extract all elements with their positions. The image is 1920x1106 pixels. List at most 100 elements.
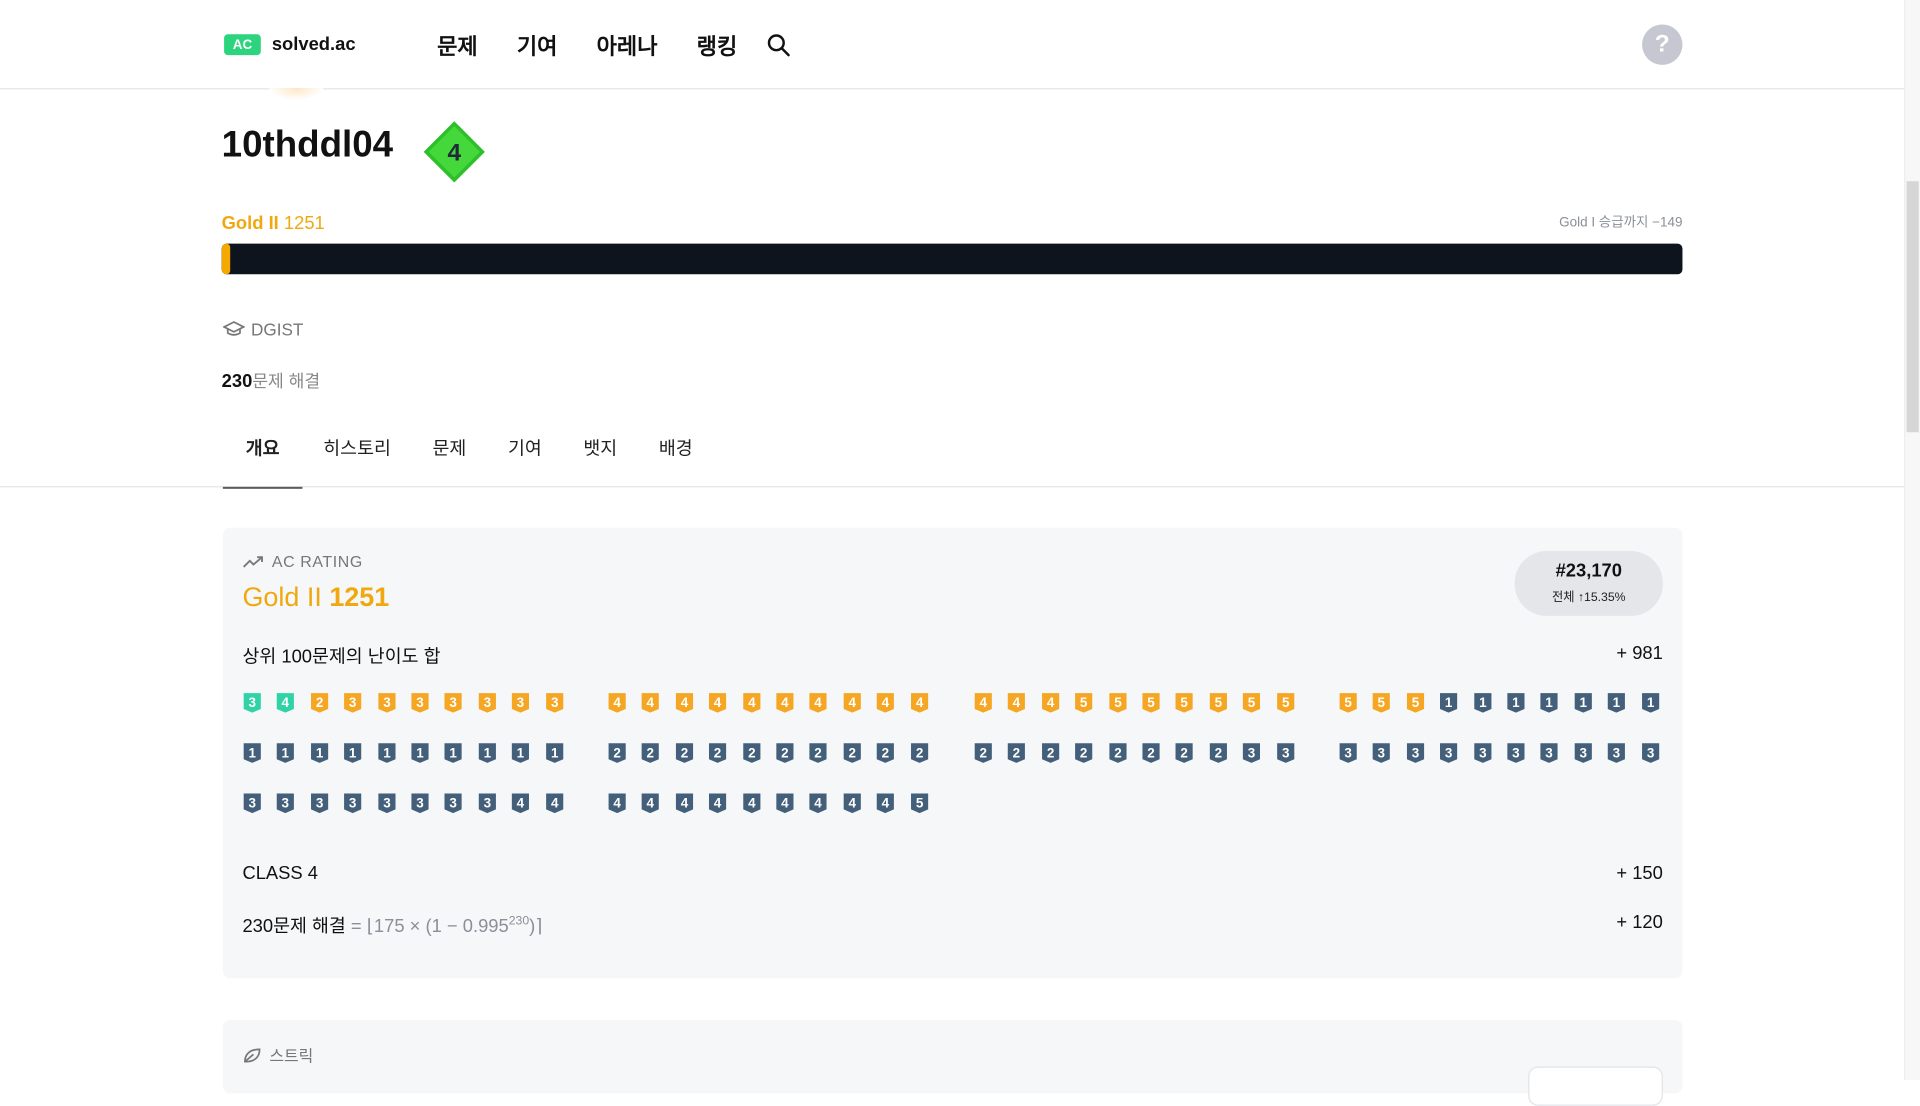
tier-badge-icon[interactable]: 2 bbox=[708, 742, 728, 764]
tier-badge-icon[interactable]: 2 bbox=[1074, 742, 1094, 764]
tier-badge-icon[interactable]: 4 bbox=[674, 792, 694, 814]
help-icon[interactable]: ? bbox=[1642, 24, 1683, 65]
tab-badges[interactable]: 뱃지 bbox=[563, 435, 638, 486]
tier-badge-icon[interactable]: 4 bbox=[809, 792, 829, 814]
tier-badge-icon[interactable]: 4 bbox=[511, 792, 531, 814]
tier-badge-icon[interactable]: 2 bbox=[641, 742, 661, 764]
tier-badge-icon[interactable]: 4 bbox=[1041, 692, 1061, 714]
tier-badge-icon[interactable]: 1 bbox=[1506, 692, 1526, 714]
tier-badge-icon[interactable]: 4 bbox=[876, 692, 896, 714]
tier-badge-icon[interactable]: 3 bbox=[1473, 742, 1493, 764]
tier-badge-icon[interactable]: 4 bbox=[775, 792, 795, 814]
tier-badge-icon[interactable]: 5 bbox=[1242, 692, 1262, 714]
tier-badge-icon[interactable]: 1 bbox=[544, 742, 564, 764]
tier-badge-icon[interactable]: 4 bbox=[876, 792, 896, 814]
scrollbar-track[interactable] bbox=[1904, 0, 1920, 1081]
tier-badge-icon[interactable]: 4 bbox=[842, 692, 862, 714]
tier-badge-icon[interactable]: 3 bbox=[1573, 742, 1593, 764]
tier-badge-icon[interactable]: 5 bbox=[1372, 692, 1392, 714]
tier-badge-icon[interactable]: 4 bbox=[607, 692, 627, 714]
tier-badge-icon[interactable]: 4 bbox=[641, 692, 661, 714]
tier-badge-icon[interactable]: 3 bbox=[1405, 742, 1425, 764]
tier-badge-icon[interactable]: 3 bbox=[1275, 742, 1295, 764]
tier-badge-icon[interactable]: 4 bbox=[909, 692, 929, 714]
tier-badge-icon[interactable]: 4 bbox=[973, 692, 993, 714]
tier-badge-icon[interactable]: 2 bbox=[1175, 742, 1195, 764]
tier-badge-icon[interactable]: 2 bbox=[1041, 742, 1061, 764]
tier-badge-icon[interactable]: 5 bbox=[1208, 692, 1228, 714]
tier-badge-icon[interactable]: 1 bbox=[410, 742, 430, 764]
tier-badge-icon[interactable]: 5 bbox=[1175, 692, 1195, 714]
site-logo[interactable]: AC solved.ac bbox=[224, 34, 356, 56]
tier-badge-icon[interactable]: 4 bbox=[842, 792, 862, 814]
tier-badge-icon[interactable]: 1 bbox=[377, 742, 397, 764]
tier-badge-icon[interactable]: 5 bbox=[1141, 692, 1161, 714]
tier-badge-icon[interactable]: 3 bbox=[242, 692, 262, 714]
tab-backgrounds[interactable]: 배경 bbox=[638, 435, 713, 486]
tier-badge-icon[interactable]: 2 bbox=[1007, 742, 1027, 764]
tier-badge-icon[interactable]: 2 bbox=[775, 742, 795, 764]
tier-badge-icon[interactable]: 1 bbox=[1607, 692, 1627, 714]
streak-option-button[interactable] bbox=[1528, 1066, 1663, 1106]
tier-badge-icon[interactable]: 5 bbox=[1405, 692, 1425, 714]
tier-badge-icon[interactable]: 3 bbox=[1607, 742, 1627, 764]
nav-arena[interactable]: 아레나 bbox=[597, 29, 658, 61]
tier-badge-icon[interactable]: 1 bbox=[511, 742, 531, 764]
tier-badge-icon[interactable]: 3 bbox=[1439, 742, 1459, 764]
tier-badge-icon[interactable]: 4 bbox=[742, 792, 762, 814]
tier-badge-icon[interactable]: 3 bbox=[1506, 742, 1526, 764]
tier-badge-icon[interactable]: 3 bbox=[477, 792, 497, 814]
tier-badge-icon[interactable]: 3 bbox=[310, 792, 330, 814]
tier-badge-icon[interactable]: 3 bbox=[343, 792, 363, 814]
tier-badge-icon[interactable]: 2 bbox=[674, 742, 694, 764]
tier-badge-icon[interactable]: 3 bbox=[444, 692, 464, 714]
tier-badge-icon[interactable]: 1 bbox=[242, 742, 262, 764]
tier-badge-icon[interactable]: 1 bbox=[1473, 692, 1493, 714]
tier-badge-icon[interactable]: 5 bbox=[1275, 692, 1295, 714]
tier-badge-icon[interactable]: 3 bbox=[343, 692, 363, 714]
tier-badge-icon[interactable]: 5 bbox=[1338, 692, 1358, 714]
tier-badge-icon[interactable]: 1 bbox=[477, 742, 497, 764]
tab-overview[interactable]: 개요 bbox=[222, 435, 303, 489]
tier-badge-icon[interactable]: 2 bbox=[842, 742, 862, 764]
tier-badge-icon[interactable]: 3 bbox=[1372, 742, 1392, 764]
tier-badge-icon[interactable]: 2 bbox=[310, 692, 330, 714]
tier-badge-icon[interactable]: 3 bbox=[477, 692, 497, 714]
tier-badge-icon[interactable]: 2 bbox=[1141, 742, 1161, 764]
tier-badge-icon[interactable]: 4 bbox=[276, 692, 296, 714]
tier-badge-icon[interactable]: 4 bbox=[1007, 692, 1027, 714]
tier-badge-icon[interactable]: 1 bbox=[1640, 692, 1660, 714]
tier-badge-icon[interactable]: 5 bbox=[1108, 692, 1128, 714]
tier-badge-icon[interactable]: 4 bbox=[641, 792, 661, 814]
tier-badge-icon[interactable]: 2 bbox=[973, 742, 993, 764]
tier-badge-icon[interactable]: 3 bbox=[242, 792, 262, 814]
tier-badge-icon[interactable]: 4 bbox=[607, 792, 627, 814]
tier-badge-icon[interactable]: 1 bbox=[1573, 692, 1593, 714]
tier-badge-icon[interactable]: 1 bbox=[276, 742, 296, 764]
tier-badge-icon[interactable]: 4 bbox=[775, 692, 795, 714]
tier-badge-icon[interactable]: 1 bbox=[1540, 692, 1560, 714]
tier-badge-icon[interactable]: 1 bbox=[444, 742, 464, 764]
tier-badge-icon[interactable]: 3 bbox=[444, 792, 464, 814]
tier-badge-icon[interactable]: 5 bbox=[1074, 692, 1094, 714]
search-icon[interactable] bbox=[767, 33, 791, 57]
tier-badge-icon[interactable]: 3 bbox=[1338, 742, 1358, 764]
tier-badge-icon[interactable]: 2 bbox=[1108, 742, 1128, 764]
tier-badge-icon[interactable]: 2 bbox=[909, 742, 929, 764]
tier-badge-icon[interactable]: 2 bbox=[607, 742, 627, 764]
nav-ranking[interactable]: 랭킹 bbox=[697, 29, 738, 61]
tier-badge-icon[interactable]: 2 bbox=[809, 742, 829, 764]
nav-contribute[interactable]: 기여 bbox=[517, 29, 558, 61]
tier-badge-icon[interactable]: 3 bbox=[511, 692, 531, 714]
tier-badge-icon[interactable]: 3 bbox=[410, 792, 430, 814]
tier-badge-icon[interactable]: 2 bbox=[876, 742, 896, 764]
organization[interactable]: DGIST bbox=[222, 320, 303, 339]
tier-badge-icon[interactable]: 1 bbox=[343, 742, 363, 764]
nav-problems[interactable]: 문제 bbox=[437, 29, 478, 61]
tier-badge-icon[interactable]: 1 bbox=[310, 742, 330, 764]
tier-badge-icon[interactable]: 3 bbox=[377, 792, 397, 814]
tab-problems[interactable]: 문제 bbox=[412, 435, 487, 486]
tier-badge-icon[interactable]: 3 bbox=[1640, 742, 1660, 764]
tier-badge-icon[interactable]: 2 bbox=[1208, 742, 1228, 764]
tier-badge-icon[interactable]: 4 bbox=[708, 792, 728, 814]
